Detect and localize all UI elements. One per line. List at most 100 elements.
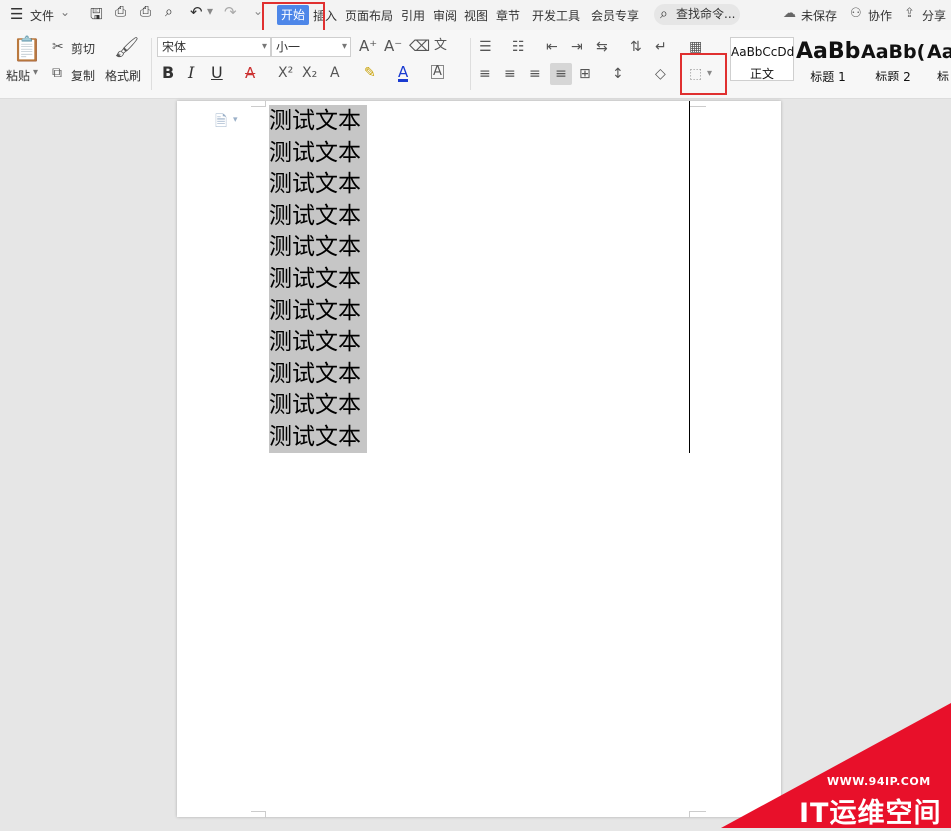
watermark-logo: WWW.94IP.COM IT运维空间	[721, 703, 951, 829]
save-icon[interactable]: 🖫	[90, 4, 103, 29]
decrease-font-icon[interactable]: A⁻	[384, 38, 402, 54]
format-painter-button[interactable]: 格式刷	[105, 67, 141, 84]
hamburger-icon[interactable]: ☰	[10, 5, 23, 23]
tab-member[interactable]: 会员专享	[591, 7, 639, 24]
share-icon: ⇪	[904, 6, 915, 21]
align-right-icon[interactable]: ≡	[529, 66, 541, 82]
chevron-down-icon: ▾	[261, 41, 267, 52]
ribbon-toolbar: 📋 粘贴 ▾ ✂ 剪切 ⧉ 复制 🖌 格式刷 宋体 ▾ 小一 ▾ A⁺ A⁻ ⌫…	[0, 30, 951, 99]
tab-page-layout[interactable]: 页面布局	[345, 7, 393, 24]
text-line[interactable]: 测试文本	[269, 137, 367, 169]
style-normal[interactable]: AaBbCcDd 正文	[730, 37, 794, 81]
style-preview: AaBb	[796, 39, 861, 64]
bullet-list-icon[interactable]: ☰	[479, 39, 492, 55]
print-preview-icon[interactable]: ⌕	[165, 4, 173, 20]
char-border-icon[interactable]: A	[431, 65, 444, 79]
corner-mark	[251, 101, 266, 107]
highlight-icon[interactable]: ✎	[364, 65, 376, 81]
tab-developer[interactable]: 开发工具	[532, 7, 580, 24]
align-left-icon[interactable]: ≡	[479, 66, 491, 82]
share-button[interactable]: 分享	[922, 7, 946, 24]
tab-chapter[interactable]: 章节	[496, 7, 520, 24]
text-line[interactable]: 测试文本	[269, 326, 367, 358]
divider	[470, 38, 471, 90]
font-size-value: 小一	[276, 40, 301, 54]
increase-font-icon[interactable]: A⁺	[359, 38, 377, 54]
distributed-align-icon[interactable]: ⊞	[579, 66, 591, 82]
corner-mark	[251, 811, 266, 818]
text-line[interactable]: 测试文本	[269, 389, 367, 421]
undo-icon[interactable]: ↶	[190, 3, 203, 21]
text-line[interactable]: 测试文本	[269, 105, 367, 137]
text-line[interactable]: 测试文本	[269, 168, 367, 200]
phonetic-guide-icon[interactable]: 文	[434, 38, 447, 54]
collab-button[interactable]: 协作	[868, 7, 892, 24]
decrease-indent-icon[interactable]: ⇤	[546, 39, 558, 55]
copy-icon[interactable]: ⧉	[52, 65, 62, 81]
paste-button[interactable]: 粘贴	[6, 67, 30, 84]
underline-icon[interactable]: U	[211, 65, 223, 81]
search-command-box[interactable]: ⌕ 查找命令...	[654, 4, 740, 25]
font-name-select[interactable]: 宋体 ▾	[157, 37, 271, 57]
copy-button[interactable]: 复制	[71, 67, 95, 84]
paste-icon[interactable]: 📋	[12, 36, 42, 62]
text-line[interactable]: 测试文本	[269, 231, 367, 263]
redo-icon[interactable]: ↷	[224, 3, 237, 21]
shading-icon[interactable]: ◇	[655, 66, 666, 82]
style-label: 正文	[749, 67, 774, 81]
align-center-icon[interactable]: ≡	[504, 66, 516, 82]
text-line[interactable]: 测试文本	[269, 263, 367, 295]
style-label: 标	[937, 70, 950, 81]
chevron-down-icon[interactable]: ▾	[233, 115, 238, 125]
text-line[interactable]: 测试文本	[269, 295, 367, 327]
search-icon: ⌕	[660, 6, 668, 22]
export-icon[interactable]: ⎙	[115, 4, 126, 20]
text-line[interactable]: 测试文本	[269, 200, 367, 232]
unsaved-status[interactable]: 未保存	[801, 7, 837, 24]
style-label: 标题 2	[875, 70, 911, 81]
document-options-icon[interactable]: 🗎	[215, 111, 227, 136]
divider	[151, 38, 152, 90]
format-painter-icon[interactable]: 🖌	[114, 36, 139, 58]
increase-indent-icon[interactable]: ⇥	[571, 39, 583, 55]
font-size-select[interactable]: 小一 ▾	[271, 37, 351, 57]
style-preview: AaBb(	[861, 41, 925, 63]
bold-icon[interactable]: B	[162, 65, 174, 81]
numbered-list-icon[interactable]: ☷	[512, 39, 525, 55]
style-preview: AaBbCcDd	[731, 45, 795, 59]
strikethrough-icon[interactable]: A	[245, 65, 255, 81]
style-heading-3[interactable]: Aa 标	[927, 37, 951, 81]
show-marks-icon[interactable]: ↵	[655, 39, 667, 55]
font-color-icon[interactable]: A	[398, 65, 409, 82]
italic-icon[interactable]: I	[188, 65, 194, 81]
subscript-icon[interactable]: X₂	[302, 65, 317, 81]
undo-dropdown-icon[interactable]: ▾	[207, 4, 213, 18]
style-label: 标题 1	[810, 70, 846, 84]
line-spacing-icon[interactable]: ↕	[612, 66, 624, 82]
justify-icon[interactable]: ≡	[550, 63, 572, 85]
text-line[interactable]: 测试文本	[269, 358, 367, 390]
tab-references[interactable]: 引用	[401, 7, 425, 24]
sort-icon[interactable]: ⇅	[630, 39, 642, 55]
paste-dropdown-icon[interactable]: ▾	[33, 67, 38, 78]
text-direction-icon[interactable]: ⇆	[596, 39, 608, 55]
style-heading-2[interactable]: AaBb( 标题 2	[861, 37, 925, 81]
tab-view[interactable]: 视图	[464, 7, 488, 24]
cloud-icon: ☁	[783, 6, 796, 21]
corner-mark	[689, 811, 706, 818]
clear-format-icon[interactable]: ⌫	[409, 38, 430, 54]
text-effect-icon[interactable]: A	[330, 65, 340, 81]
scissors-icon[interactable]: ✂	[52, 39, 64, 55]
cut-button[interactable]: 剪切	[71, 40, 95, 57]
style-heading-1[interactable]: AaBb 标题 1	[796, 37, 861, 84]
print-icon[interactable]: ⎙	[140, 4, 151, 20]
document-page[interactable]: 🗎 ▾ 测试文本 测试文本 测试文本 测试文本 测试文本 测试文本 测试文本 测…	[177, 101, 781, 818]
watermark-text: IT运维空间	[799, 798, 942, 829]
tab-review[interactable]: 审阅	[433, 7, 457, 24]
chevron-down-icon[interactable]: ⌄	[60, 5, 70, 19]
text-line[interactable]: 测试文本	[269, 421, 367, 453]
menu-bar: ☰ 文件 ⌄ 🖫 ⎙ ⎙ ⌕ ↶ ▾ ↷ ⌄ 开始 插入 页面布局 引用 审阅 …	[0, 0, 951, 30]
file-menu[interactable]: 文件	[30, 7, 54, 24]
highlight-box-borders	[680, 53, 727, 95]
superscript-icon[interactable]: X²	[278, 65, 293, 81]
